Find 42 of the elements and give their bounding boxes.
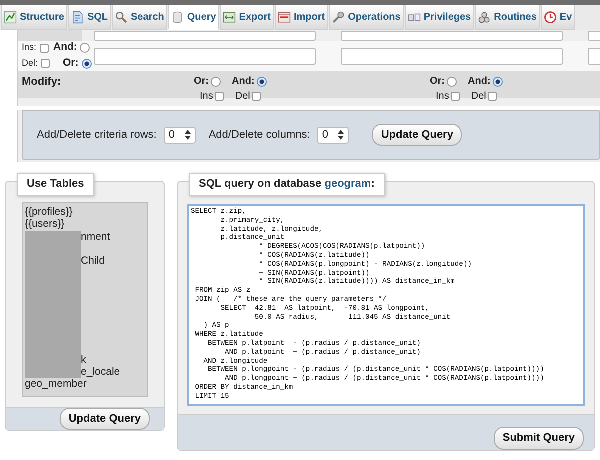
control-label: Add/Delete criteria rows:	[37, 128, 157, 143]
tab[interactable]: Export	[220, 5, 274, 30]
table-name[interactable]: {{profiles}}	[25, 206, 73, 218]
tab[interactable]: Operations	[329, 5, 404, 30]
tab[interactable]: Structure	[1, 5, 68, 30]
update-query-button[interactable]: Update Query	[60, 408, 150, 430]
tab[interactable]: Query	[168, 5, 220, 30]
modify-label: Modify:	[21, 75, 62, 90]
table-name[interactable]: Child	[81, 255, 105, 268]
option-label: Del	[471, 90, 486, 104]
option-label: Ins	[436, 90, 450, 104]
legend-colon: :	[371, 178, 375, 190]
option-label: Del	[235, 90, 250, 104]
database-link[interactable]: geogram	[324, 178, 372, 190]
option-label: Ins	[200, 90, 214, 104]
update-query-button[interactable]: Update Query	[372, 124, 462, 146]
operator-label: Or:	[430, 75, 445, 89]
row-option-label: Ins:	[22, 41, 37, 54]
tab[interactable]: Import	[274, 5, 328, 30]
control-label: Add/Delete columns:	[208, 128, 310, 143]
operator-label: Or:	[194, 75, 209, 89]
number-select[interactable]: 0	[164, 126, 196, 144]
tab[interactable]: SQL	[68, 5, 112, 30]
table-name[interactable]: geo_member	[25, 378, 87, 390]
panel-legend: Use Tables	[17, 173, 94, 196]
operator-label: And:	[54, 40, 78, 56]
tab[interactable]: Search	[112, 5, 168, 30]
tab[interactable]: Privileges	[404, 5, 474, 30]
table-name[interactable]: {{users}}	[25, 218, 65, 230]
table-listbox[interactable]: {{profiles}} {{users}} nment Child k e_locale geo_member	[22, 202, 148, 398]
legend-text: SQL query on database	[199, 178, 323, 190]
operator-label: And:	[468, 75, 491, 89]
submit-query-button[interactable]: Submit Query	[494, 427, 584, 450]
tab[interactable]: Ev	[540, 5, 576, 30]
number-select[interactable]: 0	[317, 126, 350, 144]
row-option-label: Del:	[22, 57, 38, 70]
operator-label: Or:	[63, 56, 79, 71]
table-name[interactable]: k	[81, 354, 86, 366]
table-name[interactable]: nment	[81, 230, 110, 243]
table-name[interactable]: e_locale	[81, 366, 120, 378]
tab[interactable]: Routines	[475, 5, 540, 30]
operator-label: And:	[232, 75, 255, 89]
